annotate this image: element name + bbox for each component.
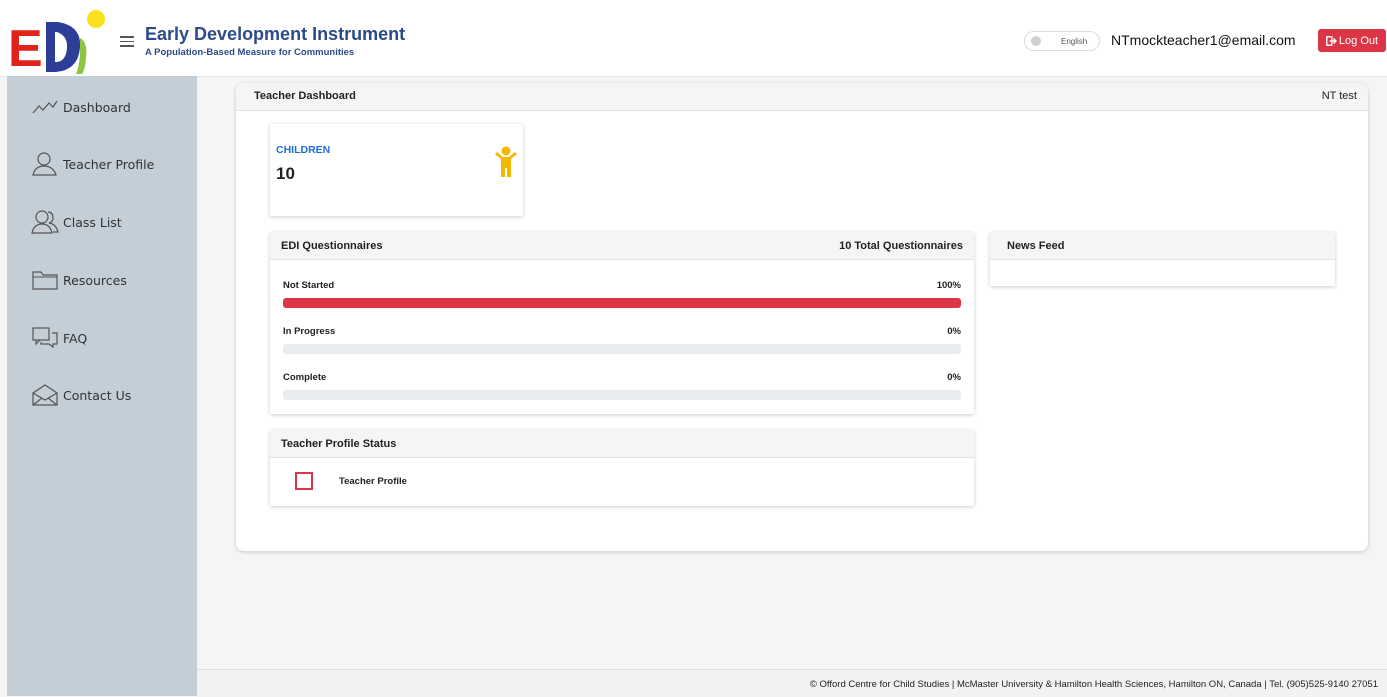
edi-questionnaires-card: EDI Questionnaires 10 Total Questionnair…	[270, 232, 974, 414]
progress-label: In Progress	[283, 326, 336, 337]
app-subtitle: A Population-Based Measure for Communiti…	[145, 47, 355, 58]
card-title: EDI Questionnaires	[281, 240, 383, 252]
chat-icon	[32, 327, 58, 349]
app-title: Early Development Instrument	[145, 24, 406, 44]
logout-label: Log Out	[1338, 34, 1379, 47]
children-label: CHILDREN	[276, 144, 331, 156]
edi-logo[interactable]: E	[8, 8, 114, 78]
progress-bar-not-started	[283, 298, 961, 308]
teacher-profile-link[interactable]: Teacher Profile	[339, 476, 407, 487]
progress-label: Not Started	[283, 280, 335, 291]
language-label: English	[1061, 37, 1088, 46]
progress-percent: 0%	[947, 326, 961, 337]
sidebar-item-resources[interactable]: Resources	[31, 264, 127, 296]
sidebar-item-label: Teacher Profile	[63, 156, 155, 172]
card-header: EDI Questionnaires 10 Total Questionnair…	[270, 232, 974, 260]
page-title: Teacher Dashboard	[254, 90, 356, 102]
teacher-profile-status-card: Teacher Profile Status Teacher Profile	[270, 430, 974, 506]
users-icon	[31, 210, 59, 234]
progress-label: Complete	[283, 372, 327, 383]
svg-text:E: E	[8, 20, 43, 74]
progress-fill	[283, 298, 961, 308]
menu-toggle-icon[interactable]	[120, 36, 134, 47]
sidebar-item-dashboard[interactable]: Dashboard	[31, 91, 131, 123]
app-header: E Early Development Instrument A Populat…	[0, 0, 1387, 78]
sidebar-item-label: Dashboard	[63, 99, 131, 115]
total-questionnaires: 10 Total Questionnaires	[839, 240, 963, 252]
card-header: News Feed	[990, 232, 1335, 260]
page-footer: © Offord Centre for Child Studies | McMa…	[197, 669, 1387, 697]
folder-icon	[32, 271, 58, 290]
toggle-knob	[1031, 36, 1041, 46]
card-header: Teacher Profile Status	[270, 430, 974, 458]
user-email: NTmockteacher1@email.com	[1111, 32, 1296, 48]
sidebar-item-faq[interactable]: FAQ	[31, 322, 87, 354]
progress-bar-complete	[283, 390, 961, 400]
children-count: 10	[276, 164, 295, 183]
sidebar-item-class-list[interactable]: Class List	[31, 206, 122, 238]
news-feed-card: News Feed	[990, 232, 1335, 286]
card-title: News Feed	[1007, 240, 1065, 252]
sidebar-item-label: FAQ	[63, 330, 88, 346]
user-icon	[32, 152, 57, 176]
sidebar-item-contact-us[interactable]: Contact Us	[31, 379, 131, 411]
logout-button[interactable]: Log Out	[1318, 29, 1386, 52]
language-toggle[interactable]: English	[1024, 31, 1100, 51]
footer-text: © Offord Centre for Child Studies | McMa…	[809, 679, 1378, 690]
trend-line-icon	[32, 100, 58, 114]
class-name: NT test	[1321, 90, 1357, 102]
progress-bar-in-progress	[283, 344, 961, 354]
envelope-icon	[32, 384, 58, 406]
child-icon	[495, 146, 517, 177]
panel-header: Teacher Dashboard NT test	[236, 83, 1368, 111]
card-title: Teacher Profile Status	[281, 438, 397, 450]
teacher-profile-checkbox[interactable]	[295, 472, 313, 490]
sidebar-item-label: Class List	[63, 214, 122, 230]
sidebar: Dashboard Teacher Profile Class List Res…	[7, 76, 197, 696]
sidebar-item-label: Contact Us	[63, 387, 132, 403]
progress-percent: 100%	[936, 280, 961, 291]
progress-percent: 0%	[947, 372, 961, 383]
sidebar-item-teacher-profile[interactable]: Teacher Profile	[31, 148, 154, 180]
logout-icon	[1326, 35, 1337, 46]
children-stat-card[interactable]: CHILDREN 10	[270, 124, 523, 216]
sidebar-item-label: Resources	[63, 272, 127, 288]
